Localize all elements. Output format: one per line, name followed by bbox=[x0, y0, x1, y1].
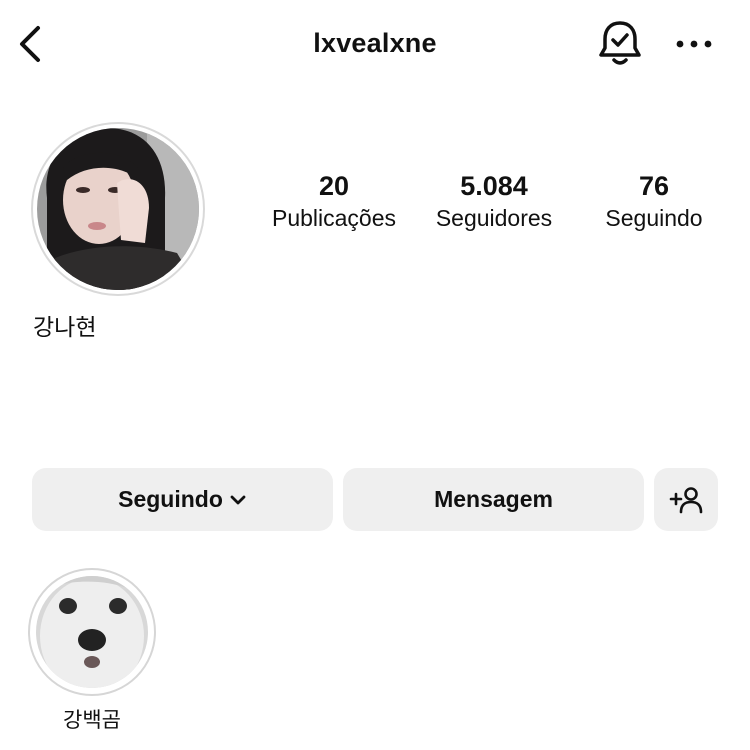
notification-bell-icon bbox=[599, 21, 641, 65]
more-options-icon bbox=[676, 40, 712, 48]
following-label: Seguindo bbox=[605, 205, 703, 231]
highlight-label: 강백곰 bbox=[63, 709, 121, 732]
profile-screen: lxvealxne 20 Publicações 5.084 Seguidore… bbox=[0, 0, 750, 750]
display-name: 강나현 bbox=[33, 314, 97, 340]
posts-number: 20 bbox=[318, 171, 350, 201]
posts-count[interactable]: 20 Publicações bbox=[262, 170, 406, 234]
following-count[interactable]: 76 Seguindo bbox=[594, 170, 714, 234]
profile-avatar[interactable] bbox=[31, 122, 205, 296]
add-person-icon bbox=[669, 486, 703, 513]
posts-label: Publicações bbox=[271, 205, 397, 231]
message-button-label: Mensagem bbox=[434, 486, 553, 512]
notifications-button[interactable] bbox=[596, 18, 644, 70]
suggested-accounts-button[interactable] bbox=[654, 468, 718, 531]
chevron-down-icon bbox=[230, 495, 246, 504]
avatar-photo bbox=[37, 128, 199, 290]
story-highlight[interactable] bbox=[28, 568, 156, 696]
more-options-button[interactable] bbox=[674, 28, 714, 60]
following-button[interactable]: Seguindo bbox=[32, 468, 333, 531]
following-button-label: Seguindo bbox=[118, 486, 223, 512]
highlight-cover bbox=[36, 576, 148, 688]
followers-label: Seguidores bbox=[435, 205, 553, 231]
message-button[interactable]: Mensagem bbox=[343, 468, 644, 531]
followers-number: 5.084 bbox=[460, 171, 528, 201]
following-number: 76 bbox=[638, 171, 670, 201]
followers-count[interactable]: 5.084 Seguidores bbox=[424, 170, 564, 234]
